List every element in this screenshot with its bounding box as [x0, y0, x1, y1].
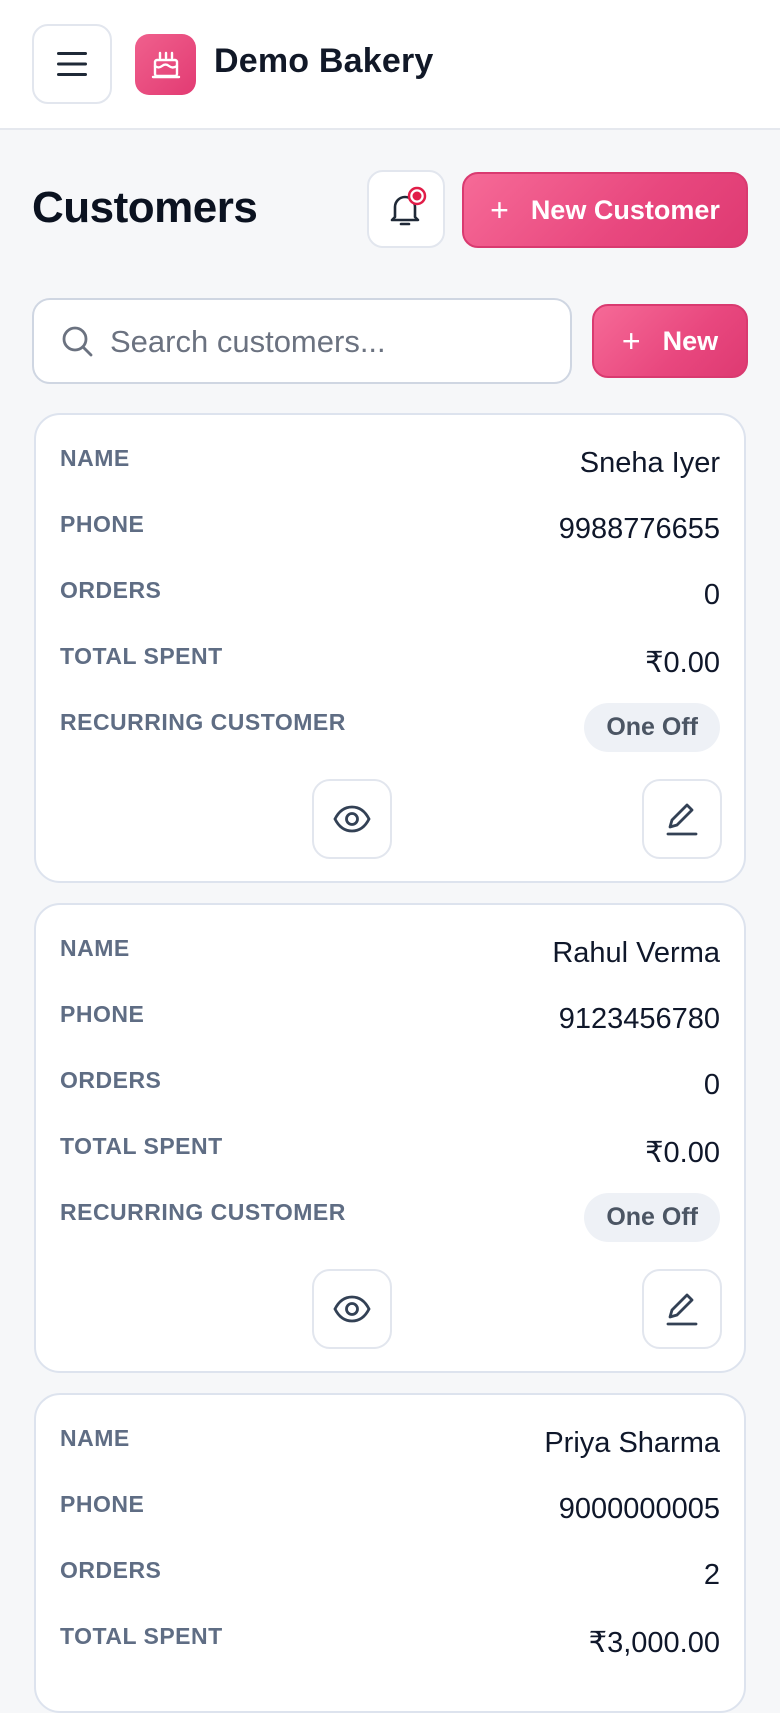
total-spent-label: TOTAL SPENT: [60, 1623, 223, 1649]
brand-name: Demo Bakery: [214, 42, 434, 80]
total-spent-label: TOTAL SPENT: [60, 1133, 223, 1159]
customer-total-spent: ₹0.00: [645, 647, 720, 679]
search-box: [32, 298, 572, 384]
orders-row: ORDERS 0: [60, 1067, 720, 1107]
bell-icon: [390, 186, 427, 226]
total-spent-row: TOTAL SPENT ₹3,000.00: [60, 1623, 720, 1663]
view-button[interactable]: [312, 779, 392, 859]
customer-name: Sneha Iyer: [579, 447, 720, 479]
recurring-row: RECURRING CUSTOMER One Off: [60, 703, 720, 752]
orders-label: ORDERS: [60, 577, 162, 603]
phone-row: PHONE 9000000005: [60, 1491, 720, 1531]
notifications-button[interactable]: [367, 170, 445, 248]
menu-icon: [57, 52, 87, 76]
recurring-label: RECURRING CUSTOMER: [60, 709, 346, 735]
search-input[interactable]: [110, 314, 550, 370]
customer-phone: 9000000005: [558, 1493, 720, 1525]
customer-orders: 0: [703, 1069, 720, 1101]
total-spent-row: TOTAL SPENT ₹0.00: [60, 1133, 720, 1173]
menu-button[interactable]: [32, 24, 112, 104]
customer-total-spent: ₹3,000.00: [588, 1627, 720, 1659]
phone-label: PHONE: [60, 511, 145, 537]
edit-icon: [666, 803, 698, 836]
name-row: NAME Sneha Iyer: [60, 445, 720, 485]
view-button[interactable]: [312, 1269, 392, 1349]
edit-icon: [666, 1293, 698, 1326]
name-label: NAME: [60, 935, 130, 961]
customer-total-spent: ₹0.00: [645, 1137, 720, 1169]
page-title: Customers: [32, 183, 258, 232]
orders-label: ORDERS: [60, 1067, 162, 1093]
plus-icon: +: [621, 323, 641, 359]
new-customer-button[interactable]: + New Customer: [462, 172, 748, 248]
new-label: New: [662, 325, 719, 356]
name-label: NAME: [60, 445, 130, 471]
phone-label: PHONE: [60, 1491, 145, 1517]
customer-card: NAME Sneha Iyer PHONE 9988776655 ORDERS …: [34, 413, 746, 883]
new-button[interactable]: + New: [592, 304, 748, 378]
plus-icon: +: [490, 192, 509, 228]
phone-row: PHONE 9123456780: [60, 1001, 720, 1041]
search-icon: [62, 326, 93, 357]
edit-button[interactable]: [642, 779, 722, 859]
bakery-logo: [135, 34, 196, 95]
customer-name: Rahul Verma: [552, 937, 720, 969]
orders-label: ORDERS: [60, 1557, 162, 1583]
edit-button[interactable]: [642, 1269, 722, 1349]
total-spent-label: TOTAL SPENT: [60, 643, 223, 669]
total-spent-row: TOTAL SPENT ₹0.00: [60, 643, 720, 683]
customer-card: NAME Priya Sharma PHONE 9000000005 ORDER…: [34, 1393, 746, 1713]
cake-icon: [151, 51, 180, 78]
eye-icon: [333, 805, 371, 833]
customer-card: NAME Rahul Verma PHONE 9123456780 ORDERS…: [34, 903, 746, 1373]
recurring-label: RECURRING CUSTOMER: [60, 1199, 346, 1225]
top-bar: Demo Bakery: [0, 0, 780, 130]
name-label: NAME: [60, 1425, 130, 1451]
recurring-badge: One Off: [584, 703, 720, 752]
phone-label: PHONE: [60, 1001, 145, 1027]
customer-phone: 9123456780: [558, 1003, 720, 1035]
customer-orders: 0: [703, 579, 720, 611]
name-row: NAME Rahul Verma: [60, 935, 720, 975]
customer-orders: 2: [703, 1559, 720, 1591]
name-row: NAME Priya Sharma: [60, 1425, 720, 1465]
customer-name: Priya Sharma: [544, 1427, 720, 1459]
orders-row: ORDERS 2: [60, 1557, 720, 1597]
new-customer-label: New Customer: [530, 194, 720, 225]
eye-icon: [333, 1295, 371, 1323]
customer-phone: 9988776655: [558, 513, 720, 545]
recurring-badge: One Off: [584, 1193, 720, 1242]
phone-row: PHONE 9988776655: [60, 511, 720, 551]
orders-row: ORDERS 0: [60, 577, 720, 617]
recurring-row: RECURRING CUSTOMER One Off: [60, 1193, 720, 1242]
